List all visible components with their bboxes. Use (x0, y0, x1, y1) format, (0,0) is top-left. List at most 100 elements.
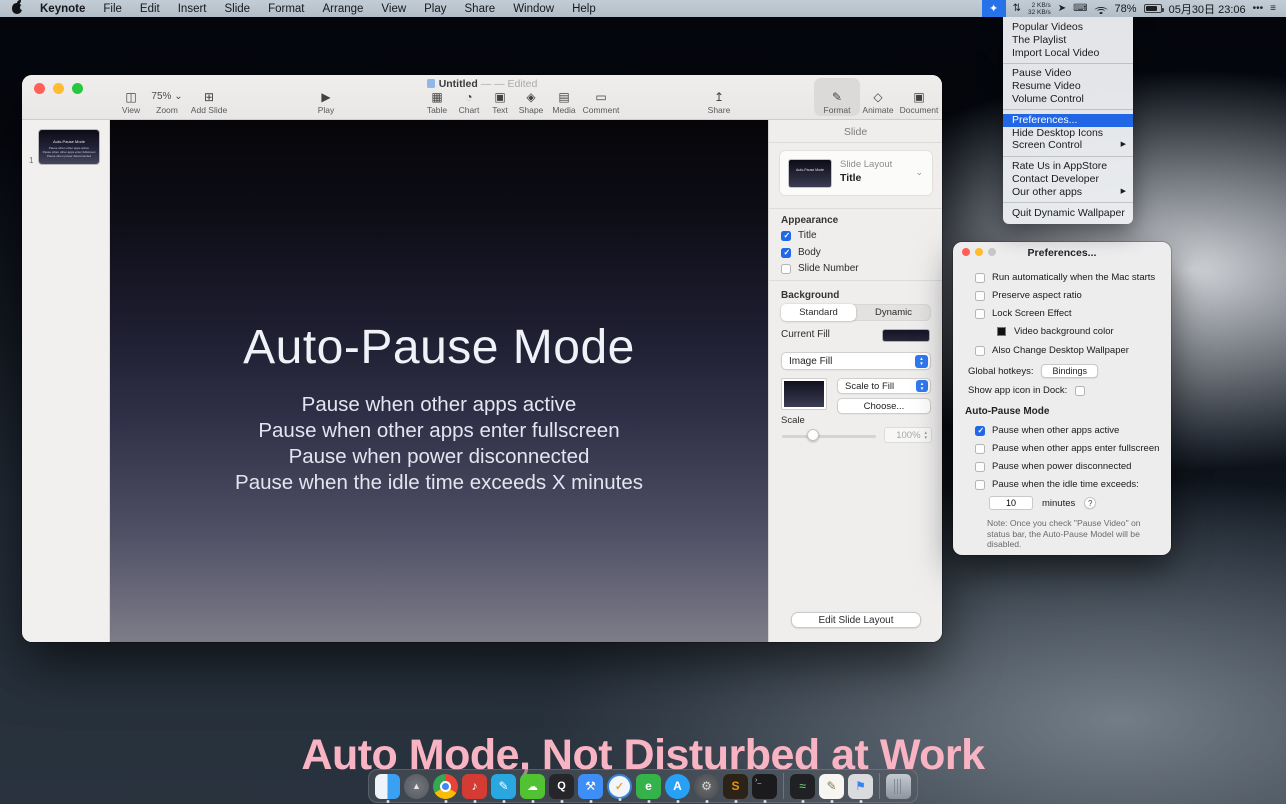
keyboard-icon[interactable]: ⌨ (1073, 3, 1087, 14)
slide-body-textbox[interactable]: Pause when other apps active Pause when … (110, 392, 768, 496)
battery-icon[interactable] (1144, 4, 1162, 13)
document-button[interactable]: ▣Document (890, 89, 942, 115)
slide-layout-card[interactable]: Auto-Pause Mode Slide Layout Title ⌄ (779, 150, 933, 196)
menu-slide[interactable]: Slide (216, 3, 260, 15)
checkbox-slide-number[interactable] (781, 264, 791, 274)
current-fill-swatch[interactable] (882, 329, 930, 342)
menu-item-pause-video[interactable]: Pause Video (1003, 67, 1133, 80)
dock-icon-system-preferences[interactable]: ⚙ (694, 774, 719, 799)
paper-plane-icon[interactable]: ➤ (1058, 3, 1066, 14)
dock-icon-reminders[interactable]: ✓ (607, 774, 632, 799)
add-slide-button[interactable]: ⊞Add Slide (180, 89, 238, 115)
menu-edit[interactable]: Edit (131, 3, 169, 15)
dynamic-wallpaper-tray-icon[interactable]: ✦ (982, 0, 1006, 17)
checkbox-pause-apps-active[interactable] (975, 426, 985, 436)
auto-pause-section-heading: Auto-Pause Mode (965, 406, 1049, 417)
menu-play[interactable]: Play (415, 3, 455, 15)
share-button[interactable]: ↥Share (699, 89, 739, 115)
background-image-thumbnail[interactable] (781, 378, 827, 410)
updown-arrows-icon[interactable]: ⇅ (1013, 3, 1021, 14)
menu-file[interactable]: File (94, 3, 131, 15)
bindings-button[interactable]: Bindings (1041, 364, 1098, 378)
thumbnail-title: Auto-Pause Mode (39, 139, 99, 144)
dock-icon-launchpad[interactable]: ▲ (404, 774, 429, 799)
checkbox-title[interactable] (781, 231, 791, 241)
dock-icon-sublime-text[interactable]: S (723, 774, 748, 799)
dock-icon-wechat[interactable]: ☁ (520, 774, 545, 799)
dock-icon-qq[interactable]: Q (549, 774, 574, 799)
inspector-tab-slide[interactable]: Slide (769, 126, 942, 138)
more-dots-icon[interactable]: ••• (1253, 3, 1264, 14)
menu-item-the-playlist[interactable]: The Playlist (1003, 34, 1133, 47)
wifi-icon[interactable] (1095, 4, 1108, 14)
video-background-color-well[interactable] (997, 327, 1006, 336)
scale-slider-track[interactable] (782, 435, 876, 438)
play-button[interactable]: ▶Play (306, 89, 346, 115)
format-button[interactable]: ✎Format (817, 89, 857, 115)
idle-minutes-input[interactable] (989, 496, 1033, 510)
comment-button[interactable]: ▭Comment (572, 89, 630, 115)
menu-bar-clock[interactable]: 05月30日 23:06 (1169, 1, 1246, 17)
dock-icon-terminal[interactable]: ›_ (752, 774, 777, 799)
menu-item-our-other-apps[interactable]: Our other apps▶ (1003, 186, 1133, 199)
background-heading: Background (781, 290, 839, 301)
menu-item-import-local-video[interactable]: Import Local Video (1003, 47, 1133, 60)
menu-arrange[interactable]: Arrange (314, 3, 373, 15)
apple-menu[interactable] (0, 0, 31, 17)
segment-standard[interactable]: Standard (781, 304, 856, 321)
app-menu-keynote[interactable]: Keynote (31, 3, 94, 15)
menu-help[interactable]: Help (563, 3, 605, 15)
slide-title-textbox[interactable]: Auto-Pause Mode (110, 320, 768, 375)
dock-icon-activity-monitor[interactable]: ≈ (790, 774, 815, 799)
menu-window[interactable]: Window (504, 3, 563, 15)
choose-image-button[interactable]: Choose... (837, 398, 931, 414)
menu-item-resume-video[interactable]: Resume Video (1003, 80, 1133, 93)
help-button[interactable]: ? (1084, 497, 1096, 509)
list-icon[interactable]: ≡ (1270, 3, 1276, 14)
layout-thumb-title: Auto-Pause Mode (789, 168, 831, 172)
menu-item-popular-videos[interactable]: Popular Videos (1003, 21, 1133, 34)
menu-item-rate-us[interactable]: Rate Us in AppStore (1003, 160, 1133, 173)
menu-share[interactable]: Share (456, 3, 505, 15)
checkbox-pause-idle[interactable] (975, 480, 985, 490)
dock-icon-chrome[interactable] (433, 774, 458, 799)
format-inspector: Slide Auto-Pause Mode Slide Layout Title… (768, 120, 942, 642)
dock-icon-presentation[interactable]: ⚑ (848, 774, 873, 799)
dock-icon-notes[interactable]: ✎ (819, 774, 844, 799)
toolbar-label: Format (817, 105, 857, 115)
menu-insert[interactable]: Insert (169, 3, 216, 15)
segment-dynamic[interactable]: Dynamic (856, 304, 931, 321)
edit-slide-layout-button[interactable]: Edit Slide Layout (791, 612, 921, 628)
dock-icon-design-tool[interactable]: ✎ (491, 774, 516, 799)
menu-view[interactable]: View (372, 3, 415, 15)
dock-icon-xcode[interactable]: ⚒ (578, 774, 603, 799)
menu-item-contact-developer[interactable]: Contact Developer (1003, 173, 1133, 186)
checkbox-lock-screen-effect[interactable] (975, 309, 985, 319)
checkbox-label: Pause when other apps enter fullscreen (992, 443, 1159, 454)
checkbox-preserve-aspect[interactable] (975, 291, 985, 301)
menu-item-quit[interactable]: Quit Dynamic Wallpaper (1003, 207, 1133, 220)
menu-format[interactable]: Format (259, 3, 313, 15)
menu-item-volume-control[interactable]: Volume Control (1003, 93, 1133, 106)
checkbox-pause-power[interactable] (975, 462, 985, 472)
checkbox-change-desktop-wallpaper[interactable] (975, 346, 985, 356)
checkbox-pause-fullscreen[interactable] (975, 444, 985, 454)
scale-slider-knob[interactable] (807, 429, 819, 441)
menu-item-screen-control[interactable]: Screen Control▶ (1003, 139, 1133, 152)
fill-type-dropdown[interactable]: Image Fill ▲▼ (781, 352, 931, 370)
scale-mode-dropdown[interactable]: Scale to Fill ▲▼ (837, 378, 931, 394)
view-button[interactable]: ◫View (111, 89, 151, 115)
checkbox-show-dock-icon[interactable] (1075, 386, 1085, 396)
dock-icon-trash[interactable] (886, 774, 911, 799)
dock-icon-evernote[interactable]: e (636, 774, 661, 799)
dock-icon-app-store[interactable]: A (665, 774, 690, 799)
menu-item-preferences[interactable]: Preferences... (1003, 114, 1133, 127)
slide-canvas[interactable]: Auto-Pause Mode Pause when other apps ac… (110, 120, 768, 642)
scale-value-stepper[interactable]: 100% ▲▼ (884, 427, 932, 443)
menu-item-hide-desktop-icons[interactable]: Hide Desktop Icons (1003, 127, 1133, 140)
checkbox-body[interactable] (781, 248, 791, 258)
dock-icon-finder[interactable] (375, 774, 400, 799)
slide-thumbnail[interactable]: Auto-Pause Mode Pause when other apps ac… (38, 129, 100, 165)
dock-icon-netease-music[interactable]: ♪ (462, 774, 487, 799)
checkbox-run-automatically[interactable] (975, 273, 985, 283)
